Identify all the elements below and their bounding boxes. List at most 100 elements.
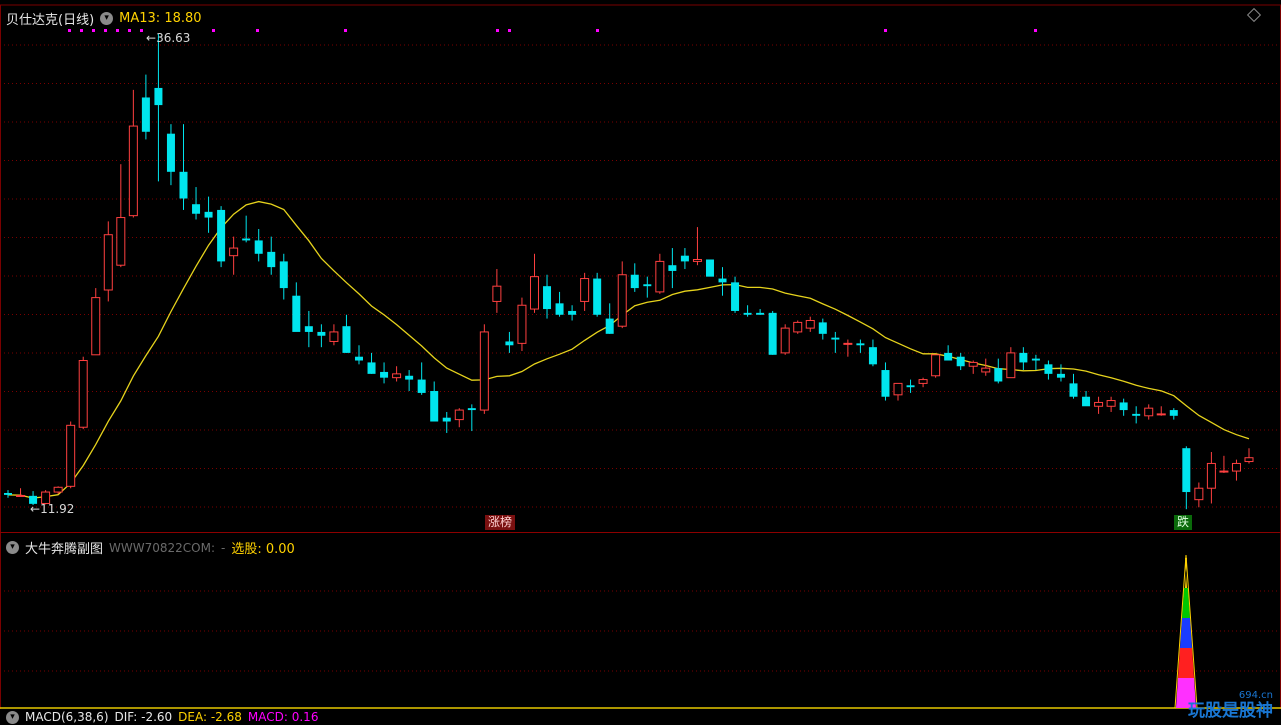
candle-body [780, 327, 790, 354]
candle [1082, 391, 1091, 407]
candle-body [1169, 410, 1178, 416]
candle-body [116, 217, 126, 266]
candle-body [630, 274, 639, 289]
candle-body [893, 382, 903, 396]
candle [1056, 364, 1065, 382]
candle-body [768, 312, 777, 355]
macd-name[interactable]: MACD(6,38,6) [25, 710, 109, 724]
candle-body [279, 261, 288, 289]
candle [103, 221, 113, 302]
candle [166, 124, 175, 186]
chevron-down-icon[interactable]: ▾ [6, 710, 19, 724]
candle-body [505, 341, 514, 346]
chevron-down-icon[interactable]: ▾ [6, 541, 19, 554]
candle-body [417, 379, 426, 393]
candle [16, 488, 26, 497]
candle-body [868, 347, 877, 365]
candle [417, 362, 426, 395]
candle-body [16, 494, 26, 497]
candle-body [179, 171, 188, 199]
sub-header: ▾ 大牛奔腾副图 WWW70822COM: - 选股: 0.00 [6, 538, 295, 557]
candle [643, 276, 652, 298]
candle-body [831, 337, 840, 340]
indicator-spike-segment [1178, 648, 1194, 678]
macd-dif: DIF: -2.60 [114, 710, 173, 724]
candle [392, 366, 402, 382]
candle-body [944, 352, 953, 361]
candle [479, 324, 489, 414]
candle-body [128, 125, 138, 217]
candle-body [292, 295, 301, 332]
candle-body [392, 373, 402, 379]
sub-chart-title[interactable]: 大牛奔腾副图 [25, 538, 103, 557]
signal-marker [80, 29, 83, 32]
top-strip [0, 0, 1281, 5]
candle [116, 164, 126, 268]
candle-body [568, 310, 577, 315]
candle-body [731, 282, 740, 311]
candle [1244, 448, 1254, 464]
candle-body [154, 87, 163, 106]
candle-body [242, 238, 251, 241]
candle [154, 34, 163, 182]
candle-body [517, 304, 527, 344]
candle [630, 263, 639, 292]
candle [292, 282, 301, 332]
signal-marker [104, 29, 107, 32]
candle [529, 253, 539, 313]
candle-body [1094, 401, 1104, 407]
candle-body [668, 265, 677, 271]
macd-header: ▾ MACD(6,38,6) DIF: -2.60 DEA: -2.68 MAC… [6, 710, 318, 724]
candle-body [906, 385, 915, 388]
candle-body [229, 247, 239, 257]
limit-up-tag: 涨榜 [485, 515, 516, 530]
candle-body [380, 371, 389, 378]
sub-watermark-site: WWW70822COM: [109, 540, 216, 555]
candle [793, 320, 803, 334]
signal-marker [140, 29, 143, 32]
candle-body [430, 391, 439, 422]
sub-chart[interactable] [0, 533, 1281, 709]
candle-body [1031, 358, 1040, 361]
candle [354, 345, 363, 365]
candle-body [705, 259, 714, 277]
macd-indicator-bar[interactable]: ▾ MACD(6,38,6) DIF: -2.60 DEA: -2.68 MAC… [0, 709, 1281, 725]
candle-body [881, 370, 890, 397]
candle [430, 381, 439, 422]
candle-body [793, 321, 803, 333]
candle [906, 379, 915, 393]
signal-marker [344, 29, 347, 32]
sub-chart-pane[interactable]: ▾ 大牛奔腾副图 WWW70822COM: - 选股: 0.00 [0, 533, 1281, 709]
candle-body [1019, 352, 1028, 363]
candle-body [856, 343, 865, 346]
chevron-down-icon[interactable]: ▾ [100, 12, 114, 25]
candle [405, 370, 414, 392]
candlestick-pane[interactable]: 贝仕达克(日线) ▾ MA13: 18.80 ←36.63 ←11.92 涨榜 … [0, 0, 1281, 532]
candlestick-chart[interactable] [0, 0, 1281, 532]
candle [1094, 396, 1104, 414]
candle [242, 215, 251, 243]
candle-body [1231, 462, 1241, 472]
candle [78, 356, 88, 430]
signal-marker [884, 29, 887, 32]
stock-title[interactable]: 贝仕达克(日线) [6, 9, 94, 28]
candle-body [204, 211, 213, 218]
candle-body [267, 251, 276, 268]
candle [254, 228, 263, 262]
candle [843, 339, 853, 357]
candle-body [254, 240, 263, 254]
candle-body [743, 312, 752, 315]
candle [329, 324, 339, 346]
macd-dea: DEA: -2.68 [178, 710, 242, 724]
candle-body [1106, 400, 1116, 407]
candle [141, 74, 150, 140]
candle [568, 305, 577, 321]
candle-body [617, 274, 627, 327]
signal-marker [596, 29, 599, 32]
candle [217, 206, 226, 268]
candle-body [442, 417, 451, 422]
candle [304, 310, 313, 348]
candle [1169, 408, 1178, 420]
candle-body [1006, 352, 1016, 379]
candle-body [91, 297, 101, 356]
